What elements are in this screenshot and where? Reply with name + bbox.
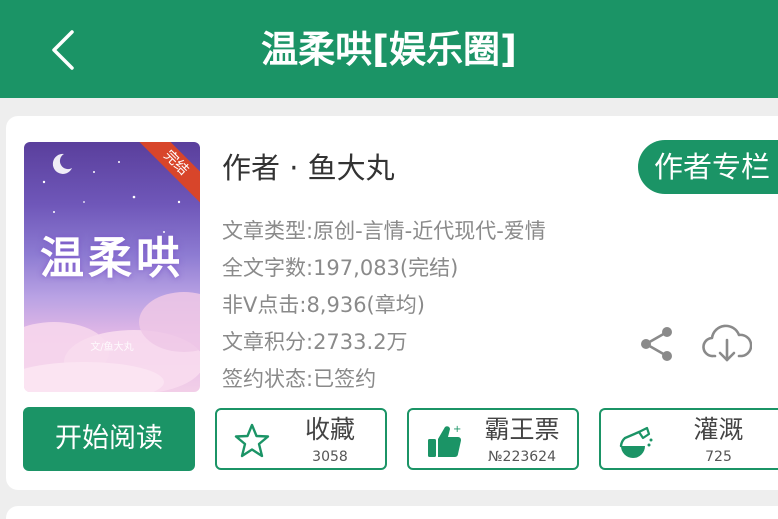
- star-icon: [234, 423, 270, 458]
- book-cover[interactable]: 完结 温柔哄 文/鱼大丸: [24, 142, 200, 392]
- cover-caption: 文/鱼大丸: [90, 342, 134, 353]
- next-card-edge: [6, 506, 778, 519]
- vote-ticket-button[interactable]: + 霸王票 №223624: [407, 408, 579, 470]
- download-button[interactable]: [702, 322, 753, 366]
- vote-ticket-label: 霸王票: [484, 415, 560, 444]
- meta-word-count: 全文字数:197,083(完结): [222, 256, 459, 280]
- cover-title: 温柔哄: [40, 233, 184, 284]
- vote-ticket-count: №223624: [487, 449, 556, 465]
- meta-sign-status: 签约状态:已签约: [222, 367, 377, 391]
- meta-clicks: 非Ⅴ点击:8,936(章均): [222, 293, 425, 317]
- favorite-count: 3058: [312, 449, 348, 465]
- share-button[interactable]: [638, 325, 676, 363]
- top-bar: 温柔哄[娱乐圈]: [0, 0, 778, 98]
- thumbs-up-icon: +: [428, 424, 461, 457]
- author-name: 作者 · 鱼大丸: [222, 151, 395, 185]
- share-icon: [641, 327, 672, 361]
- water-count: 725: [705, 449, 732, 465]
- page-title: 温柔哄[娱乐圈]: [261, 28, 517, 71]
- favorite-button[interactable]: 收藏 3058: [215, 408, 387, 470]
- water-label: 灌溉: [693, 415, 744, 444]
- start-reading-button[interactable]: 开始阅读: [23, 407, 195, 471]
- favorite-label: 收藏: [304, 415, 355, 444]
- watering-icon: [619, 426, 653, 458]
- meta-type: 文章类型:原创-言情-近代现代-爱情: [222, 219, 546, 243]
- water-button[interactable]: 灌溉 725: [599, 408, 778, 470]
- author-column-button[interactable]: 作者专栏: [638, 140, 778, 194]
- svg-text:+: +: [453, 424, 461, 435]
- meta-score: 文章积分:2733.2万: [222, 330, 408, 354]
- download-icon: [702, 324, 753, 362]
